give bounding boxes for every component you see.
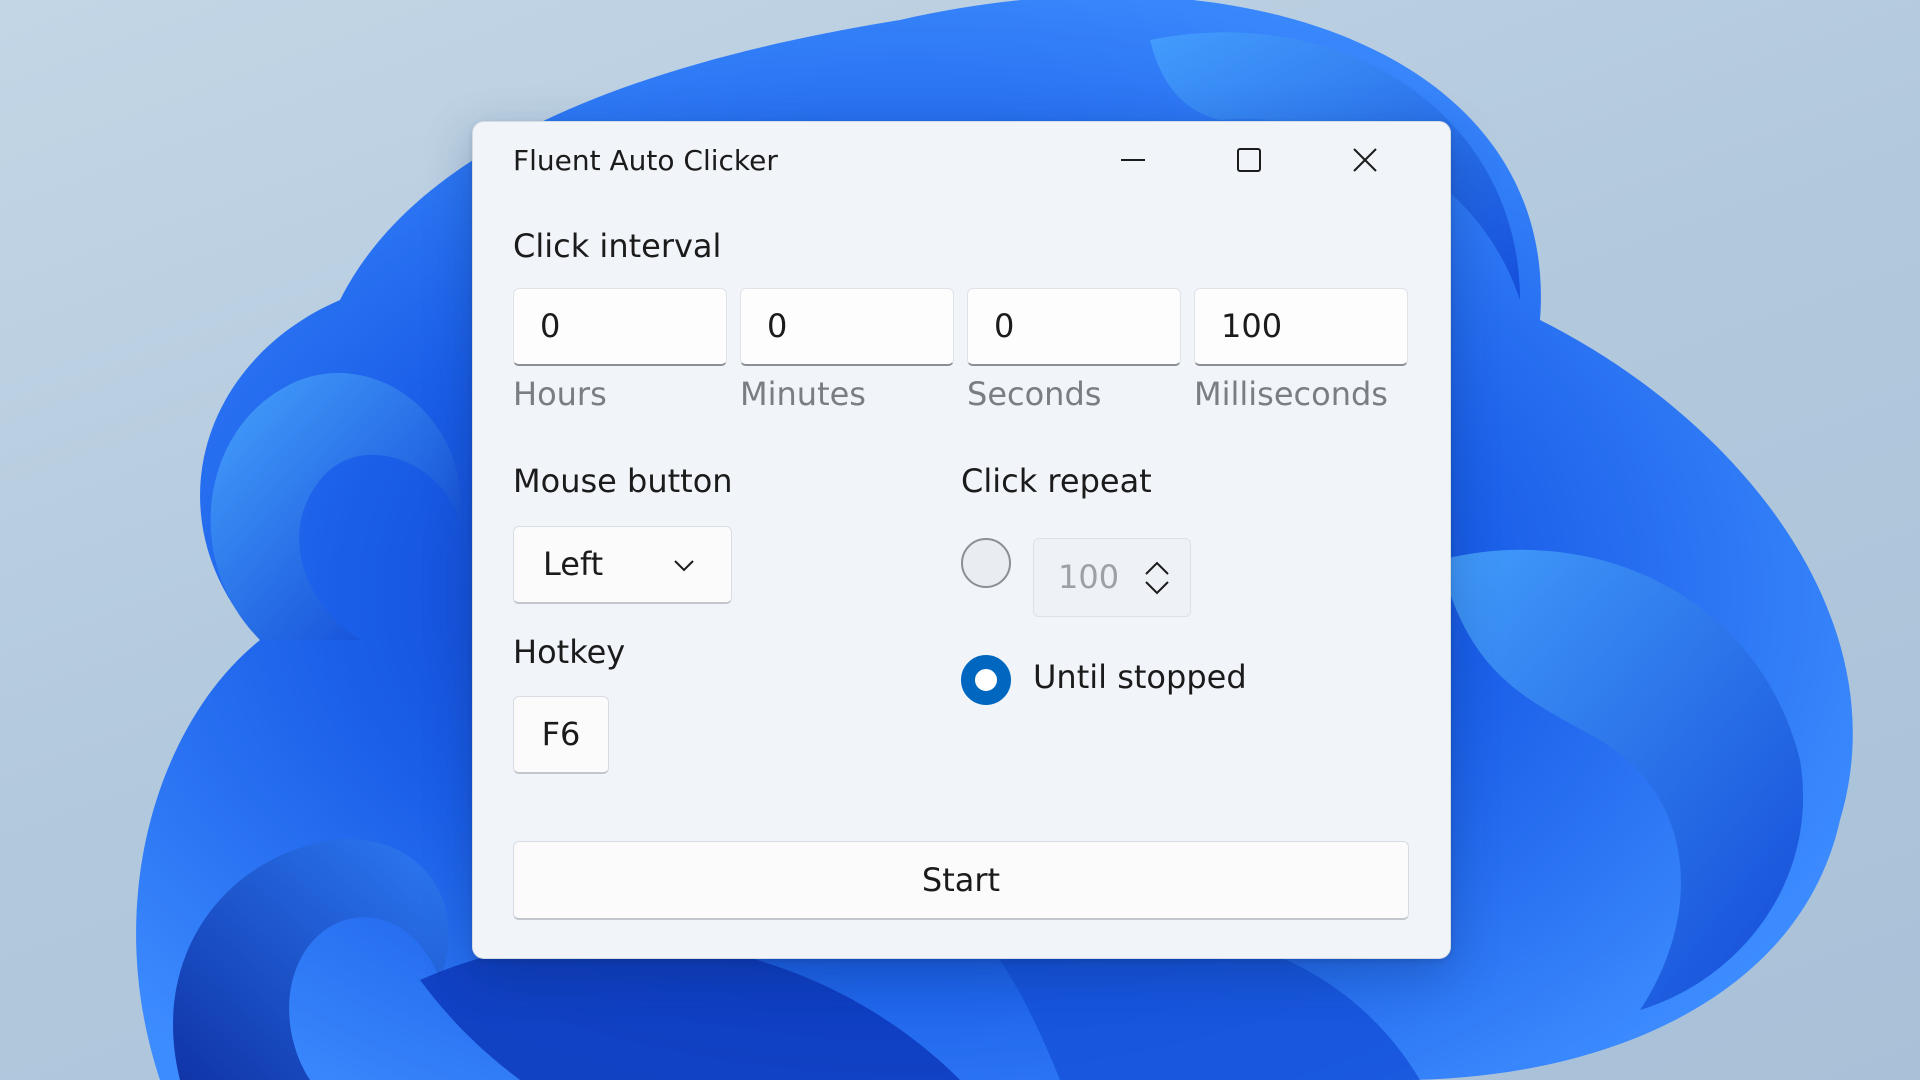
- title-bar[interactable]: Fluent Auto Clicker: [473, 122, 1450, 202]
- until-stopped-label[interactable]: Until stopped: [1033, 658, 1247, 696]
- spin-updown-icon[interactable]: [1142, 559, 1172, 597]
- hotkey-button[interactable]: F6: [513, 696, 609, 774]
- minutes-value: 0: [767, 307, 788, 345]
- minutes-caption: Minutes: [740, 375, 866, 413]
- milliseconds-input[interactable]: 100: [1194, 288, 1408, 366]
- hotkey-value: F6: [541, 715, 581, 753]
- close-button[interactable]: [1307, 122, 1423, 198]
- click-repeat-label: Click repeat: [961, 462, 1152, 500]
- maximize-button[interactable]: [1191, 122, 1307, 198]
- milliseconds-caption: Milliseconds: [1194, 375, 1388, 413]
- hours-value: 0: [540, 307, 561, 345]
- seconds-input[interactable]: 0: [967, 288, 1181, 366]
- mouse-button-label: Mouse button: [513, 462, 733, 500]
- repeat-count-input[interactable]: 100: [1033, 538, 1191, 617]
- start-button[interactable]: Start: [513, 841, 1409, 920]
- seconds-value: 0: [994, 307, 1015, 345]
- start-button-label: Start: [921, 861, 1001, 899]
- mouse-button-selected: Left: [543, 545, 604, 583]
- hours-caption: Hours: [513, 375, 607, 413]
- hours-input[interactable]: 0: [513, 288, 727, 366]
- repeat-count-radio[interactable]: [961, 538, 1011, 588]
- click-interval-label: Click interval: [513, 227, 722, 265]
- until-stopped-radio[interactable]: [961, 655, 1011, 705]
- desktop: Fluent Auto Clicker Click interval 0 0 0…: [0, 0, 1920, 1080]
- minimize-button[interactable]: [1075, 122, 1191, 198]
- close-icon: [1353, 148, 1377, 172]
- chevron-down-icon: [674, 560, 694, 572]
- seconds-caption: Seconds: [967, 375, 1102, 413]
- minutes-input[interactable]: 0: [740, 288, 954, 366]
- window-title: Fluent Auto Clicker: [513, 144, 778, 177]
- mouse-button-dropdown[interactable]: Left: [513, 526, 732, 604]
- app-window: Fluent Auto Clicker Click interval 0 0 0…: [472, 121, 1451, 959]
- milliseconds-value: 100: [1221, 307, 1283, 345]
- hotkey-label: Hotkey: [513, 633, 626, 671]
- minimize-icon: [1121, 159, 1145, 161]
- maximize-icon: [1237, 148, 1261, 172]
- repeat-count-value: 100: [1058, 558, 1120, 596]
